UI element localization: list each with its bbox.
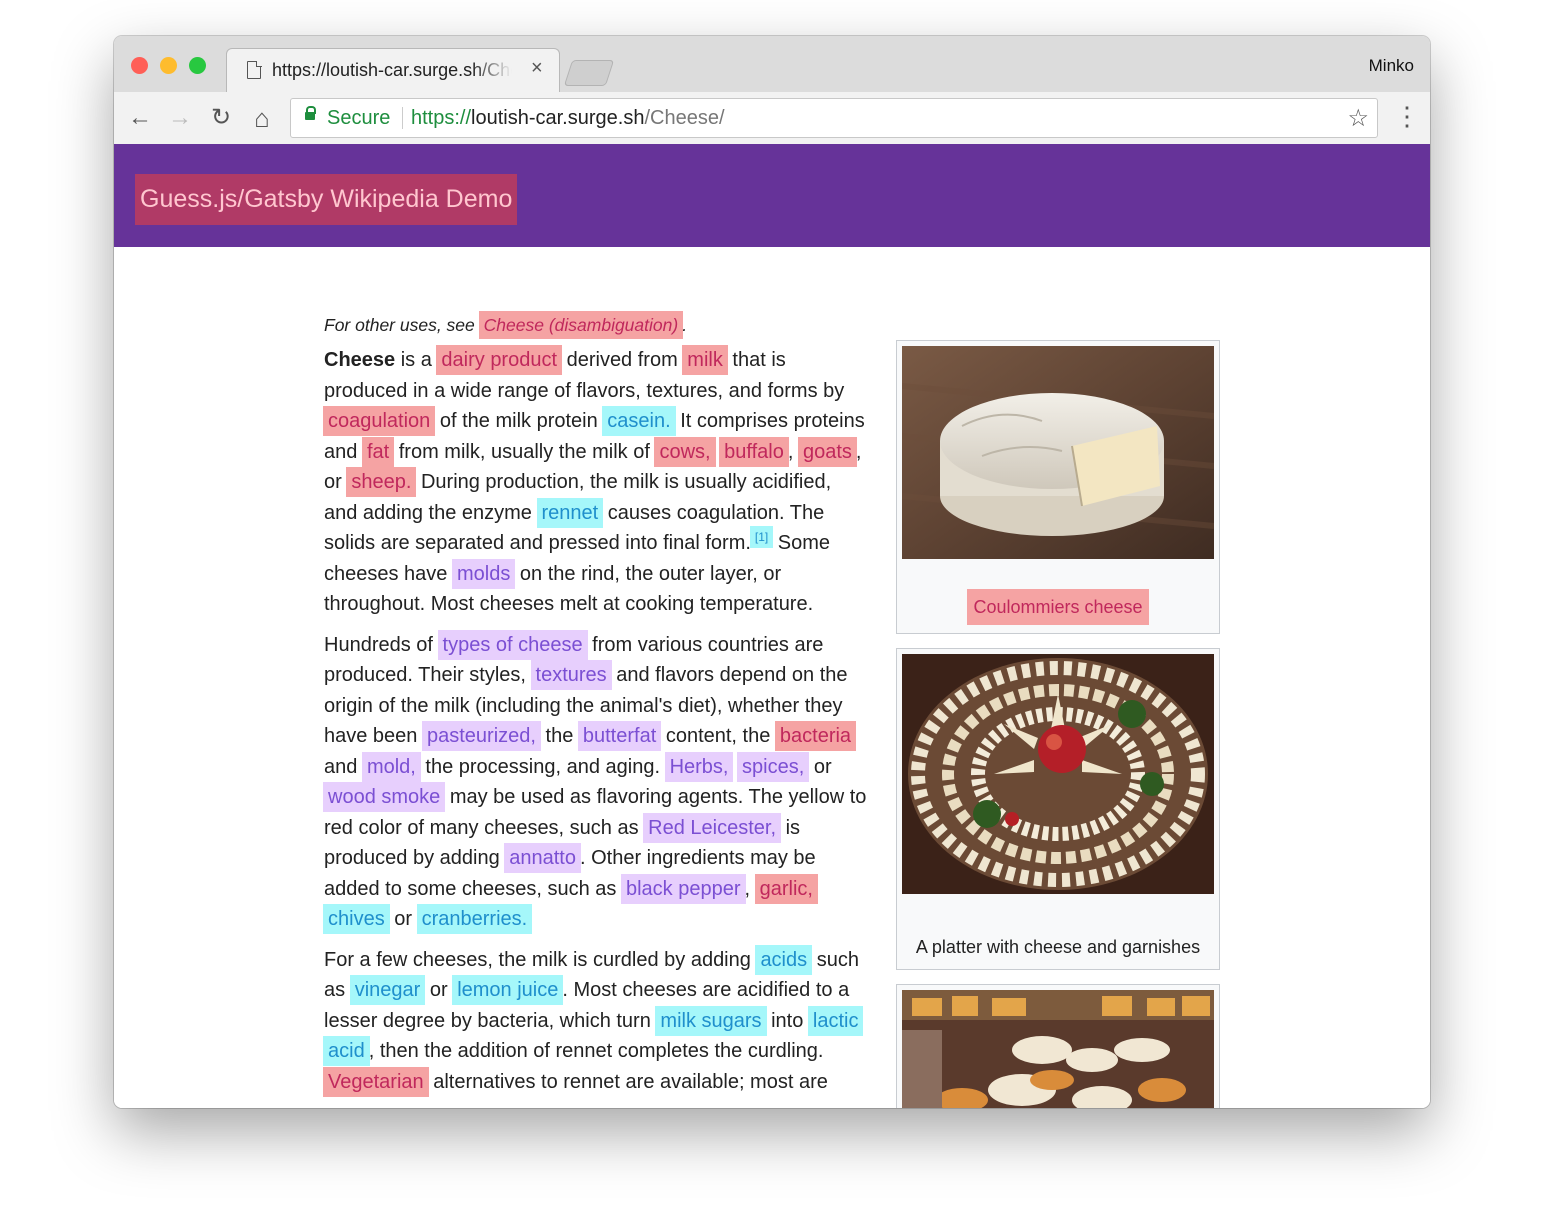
link-butterfat[interactable]: butterfat xyxy=(577,721,662,751)
hatnote-text: For other uses, see xyxy=(324,315,480,335)
link-acids[interactable]: acids xyxy=(755,944,813,975)
text: Hundreds of xyxy=(324,633,439,656)
omnibox-divider xyxy=(402,107,403,129)
link-pasteurized[interactable]: pasteurized, xyxy=(421,721,541,751)
link-milk-sugars[interactable]: milk sugars xyxy=(655,1005,767,1036)
text: , then the addition of rennet completes … xyxy=(368,1040,824,1062)
link-herbs[interactable]: Herbs, xyxy=(664,751,734,782)
browser-window: https://loutish-car.surge.sh/Cheese/ × M… xyxy=(114,36,1430,1108)
link-coulommiers-cheese[interactable]: Coulommiers cheese xyxy=(967,589,1149,625)
link-goats[interactable]: goats xyxy=(797,436,857,467)
link-milk[interactable]: milk xyxy=(682,345,728,375)
text: from milk, usually the milk of xyxy=(393,440,656,463)
link-spices[interactable]: spices, xyxy=(737,751,810,782)
new-tab-button[interactable] xyxy=(563,60,615,86)
url-scheme: https:// xyxy=(411,107,472,129)
bookmark-star-icon[interactable]: ☆ xyxy=(1347,104,1369,133)
browser-toolbar: ← → ↻ ⌂ Secure https://loutish-car.surge… xyxy=(114,92,1430,145)
text: is a xyxy=(395,349,438,371)
article-body: For other uses, see Cheese (disambiguati… xyxy=(323,309,869,1107)
link-cheese-disambiguation[interactable]: Cheese (disambiguation) xyxy=(478,311,684,339)
address-bar[interactable]: Secure https://loutish-car.surge.sh/Chee… xyxy=(290,98,1378,138)
link-lemon-juice[interactable]: lemon juice xyxy=(452,975,564,1005)
tab-strip: https://loutish-car.surge.sh/Cheese/ × M… xyxy=(114,36,1430,93)
minimize-window-button[interactable] xyxy=(160,57,177,74)
site-title-link[interactable]: Guess.js/Gatsby Wikipedia Demo xyxy=(135,174,518,225)
link-casein[interactable]: casein. xyxy=(602,406,676,436)
link-molds[interactable]: molds xyxy=(451,558,516,589)
paragraph-1: Cheese is a dairy product derived from m… xyxy=(323,345,869,620)
page-viewport: Guess.js/Gatsby Wikipedia Demo For other… xyxy=(114,144,1430,1108)
text: content, the xyxy=(660,725,776,747)
forward-arrow-icon[interactable]: → xyxy=(166,104,194,132)
reference-1[interactable]: [1] xyxy=(749,526,774,549)
link-mold[interactable]: mold, xyxy=(361,751,421,782)
zoom-window-button[interactable] xyxy=(189,57,206,74)
article-term: Cheese xyxy=(324,349,396,371)
menu-icon[interactable]: ⋮ xyxy=(1394,102,1420,130)
text: the processing, and aging. xyxy=(419,755,666,778)
back-arrow-icon[interactable]: ← xyxy=(126,104,154,132)
link-bacteria[interactable]: bacteria xyxy=(774,721,857,751)
cheese-shop-image[interactable] xyxy=(902,990,1214,1108)
reload-icon[interactable]: ↻ xyxy=(207,104,235,132)
link-wood-smoke[interactable]: wood smoke xyxy=(323,782,446,812)
text: For a few cheeses, the milk is curdled b… xyxy=(324,948,757,971)
paragraph-2: Hundreds of types of cheese from various… xyxy=(323,629,869,935)
text: derived from xyxy=(561,349,684,371)
link-textures[interactable]: textures xyxy=(530,660,612,690)
active-tab[interactable]: https://loutish-car.surge.sh/Cheese/ × xyxy=(226,48,560,93)
link-vegetarian[interactable]: Vegetarian xyxy=(323,1066,429,1097)
link-sheep[interactable]: sheep. xyxy=(346,467,417,497)
lock-icon xyxy=(305,106,316,120)
close-window-button[interactable] xyxy=(131,57,148,74)
link-dairy-product[interactable]: dairy product xyxy=(436,345,563,375)
home-icon[interactable]: ⌂ xyxy=(248,104,276,132)
figure-coulommiers: Coulommiers cheese xyxy=(896,340,1220,634)
link-fat[interactable]: fat xyxy=(361,436,395,467)
link-buffalo[interactable]: buffalo xyxy=(719,436,789,467)
site-header: Guess.js/Gatsby Wikipedia Demo xyxy=(114,144,1430,247)
cheese-platter-image[interactable] xyxy=(902,654,1214,894)
link-cows[interactable]: cows, xyxy=(654,436,716,467)
cheese-wheel-image[interactable] xyxy=(902,346,1214,559)
link-garlic[interactable]: garlic, xyxy=(754,873,818,904)
link-annatto[interactable]: annatto xyxy=(504,843,581,873)
text: or xyxy=(424,979,454,1001)
url-path: /Cheese/ xyxy=(644,107,725,129)
link-rennet[interactable]: rennet xyxy=(536,497,604,528)
profile-name[interactable]: Minko xyxy=(1369,56,1414,76)
text: of the milk protein xyxy=(434,410,604,432)
text: alternatives to rennet are available; mo… xyxy=(427,1070,828,1093)
paragraph-3: For a few cheeses, the milk is curdled b… xyxy=(323,944,869,1098)
text: or xyxy=(808,755,832,778)
secure-label: Secure xyxy=(327,107,391,129)
link-coagulation[interactable]: coagulation xyxy=(323,406,436,436)
text: into xyxy=(765,1009,809,1032)
text: , xyxy=(744,877,756,900)
figure-caption-1: Coulommiers cheese xyxy=(897,589,1219,625)
close-tab-icon[interactable]: × xyxy=(531,57,543,80)
url-host: loutish-car.surge.sh xyxy=(471,107,645,129)
hatnote-text: . xyxy=(682,315,688,335)
text: and xyxy=(324,755,363,778)
link-chives[interactable]: chives xyxy=(323,904,390,934)
figure-platter: A platter with cheese and garnishes xyxy=(896,648,1220,970)
link-types-of-cheese[interactable]: types of cheese xyxy=(437,629,588,660)
page-icon xyxy=(247,61,261,79)
hatnote: For other uses, see Cheese (disambiguati… xyxy=(324,309,869,341)
link-vinegar[interactable]: vinegar xyxy=(349,975,426,1005)
link-cranberries[interactable]: cranberries. xyxy=(416,904,533,934)
tab-title: https://loutish-car.surge.sh/Cheese/ xyxy=(272,60,512,80)
figure-caption-2: A platter with cheese and garnishes xyxy=(915,937,1201,957)
text: or xyxy=(388,908,418,930)
text: the xyxy=(539,725,579,747)
figure-cheese-shop xyxy=(896,984,1220,1108)
link-black-pepper[interactable]: black pepper xyxy=(620,873,746,904)
url-text[interactable]: https://loutish-car.surge.sh/Cheese/ xyxy=(411,107,725,130)
link-red-leicester[interactable]: Red Leicester, xyxy=(643,812,782,843)
